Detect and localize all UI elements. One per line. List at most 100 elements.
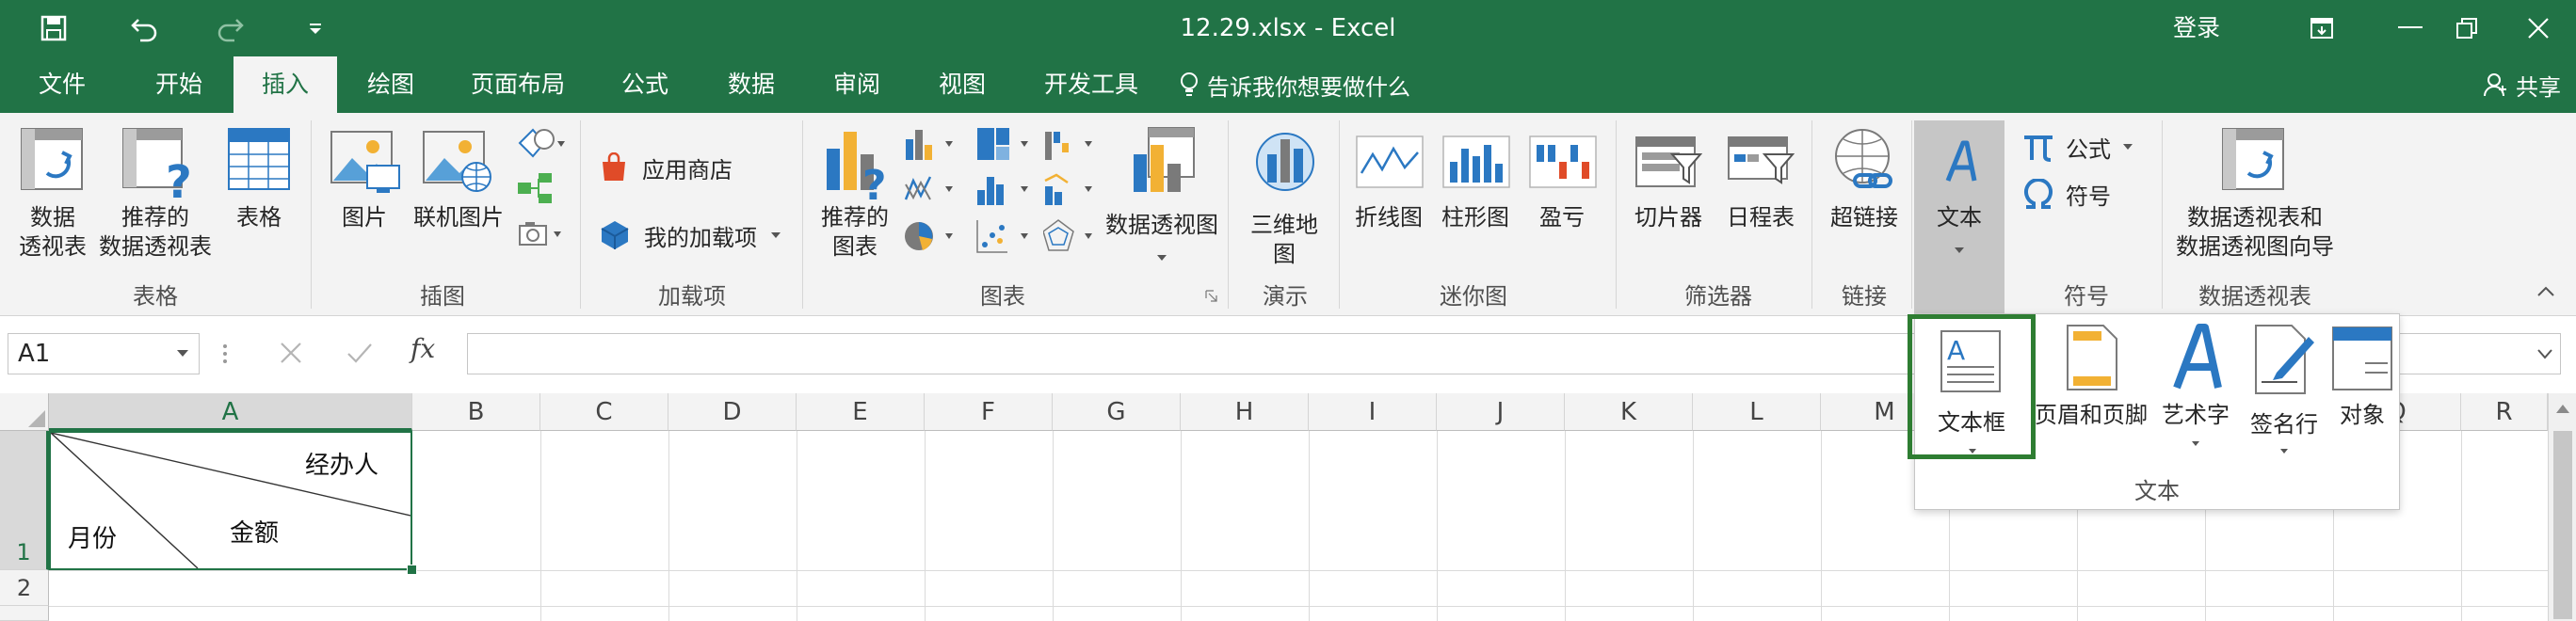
group-separator <box>1228 120 1229 309</box>
tell-me-text: 告诉我你想要做什么 <box>1207 73 1410 101</box>
pie-chart-button[interactable] <box>904 218 960 254</box>
pivot-wizard-button[interactable]: 数据透视表和 数据透视图向导 <box>2167 120 2343 280</box>
table-button[interactable]: 表格 <box>218 120 299 280</box>
sparkline-winloss-button[interactable]: 盈亏 <box>1520 120 1604 280</box>
close-icon[interactable] <box>2501 0 2576 56</box>
confirm-entry-icon[interactable] <box>346 341 373 365</box>
online-picture-button[interactable]: 联机图片 <box>407 120 510 280</box>
timeline-button[interactable]: 日程表 <box>1715 120 1806 280</box>
expand-formula-bar-icon[interactable] <box>2536 348 2553 359</box>
shapes-button[interactable] <box>516 124 567 162</box>
symbol-button[interactable]: 符号 <box>2022 175 2135 213</box>
tab-draw[interactable]: 绘图 <box>353 56 428 113</box>
tab-review[interactable]: 审阅 <box>819 56 894 113</box>
cancel-entry-icon[interactable] <box>279 341 303 365</box>
sparkline-column-button[interactable]: 柱形图 <box>1433 120 1518 280</box>
hyperlink-button[interactable]: 超链接 <box>1819 120 1909 280</box>
name-box[interactable]: A1 <box>8 333 200 374</box>
grid-line <box>1437 431 1438 621</box>
wordart-button[interactable]: 艺术字 <box>2152 320 2239 459</box>
column-header-j[interactable]: J <box>1437 393 1565 431</box>
column-chart-button[interactable] <box>904 126 960 162</box>
restore-icon[interactable] <box>2429 0 2504 56</box>
grid-line <box>1565 431 1566 621</box>
vertical-scrollbar[interactable] <box>2548 393 2576 621</box>
name-box-value: A1 <box>18 340 51 368</box>
fill-handle[interactable] <box>407 565 417 575</box>
column-header-e[interactable]: E <box>797 393 925 431</box>
pivot-table-icon <box>21 128 83 190</box>
share-button[interactable]: 共享 <box>2484 56 2561 113</box>
row-header-1[interactable]: 1 <box>0 431 49 570</box>
column-header-c[interactable]: C <box>540 393 668 431</box>
scroll-up-icon[interactable] <box>2555 403 2570 414</box>
column-header-k[interactable]: K <box>1565 393 1693 431</box>
textbox-button[interactable]: A 文本框 <box>1915 320 2028 459</box>
store-button[interactable]: 应用商店 <box>599 147 806 188</box>
login-link[interactable]: 登录 <box>2173 0 2220 56</box>
recommended-charts-button[interactable]: ? 推荐的 图表 <box>812 120 898 280</box>
hierarchy-chart-button[interactable] <box>975 126 1036 162</box>
pivot-chart-button[interactable]: 数据透视图 <box>1103 120 1220 280</box>
cell-a1[interactable]: 经办人 金额 月份 <box>49 431 412 570</box>
pivot-table-button[interactable]: 数据 透视表 <box>8 120 98 280</box>
header-footer-icon <box>2067 325 2117 390</box>
smartart-button[interactable] <box>516 171 567 209</box>
recommended-charts-icon: ? <box>827 132 887 201</box>
column-header-g[interactable]: G <box>1053 393 1181 431</box>
sparkline-line-button[interactable]: 折线图 <box>1346 120 1431 280</box>
column-header-l[interactable]: L <box>1693 393 1821 431</box>
column-header-a[interactable]: A <box>49 393 412 431</box>
redo-icon[interactable] <box>198 0 264 56</box>
undo-icon[interactable] <box>111 0 177 56</box>
picture-button[interactable]: 图片 <box>324 120 405 280</box>
screenshot-button[interactable] <box>516 215 567 252</box>
radar-chart-button[interactable] <box>1042 218 1100 254</box>
row-header-2[interactable]: 2 <box>0 570 49 606</box>
combo-chart-button[interactable] <box>1043 171 1100 207</box>
signature-line-button[interactable]: 签名行 <box>2241 320 2327 459</box>
scroll-thumb[interactable] <box>2553 431 2572 619</box>
header-footer-button[interactable]: 页眉和页脚 <box>2032 320 2150 459</box>
column-header-i[interactable]: I <box>1309 393 1437 431</box>
tab-home[interactable]: 开始 <box>141 56 217 113</box>
pivot-wizard-label-1: 数据透视表和 <box>2187 204 2323 231</box>
svg-text:?: ? <box>166 156 192 201</box>
3d-map-button[interactable]: 三维地 图 <box>1235 120 1333 280</box>
chevron-down-icon <box>2280 449 2288 454</box>
tab-file[interactable]: 文件 <box>21 56 104 113</box>
insert-function-button[interactable]: fx <box>411 333 435 364</box>
chevron-down-icon <box>2123 144 2133 150</box>
tab-page-layout[interactable]: 页面布局 <box>461 56 574 113</box>
ribbon-display-options-icon[interactable] <box>2284 0 2359 56</box>
customize-qat-icon[interactable] <box>282 0 348 56</box>
tab-developer[interactable]: 开发工具 <box>1032 56 1151 113</box>
column-header-d[interactable]: D <box>668 393 797 431</box>
dialog-launcher-icon[interactable] <box>1205 290 1218 303</box>
text-button[interactable]: 文本 <box>1914 120 2004 313</box>
recommended-pivot-table-button[interactable]: ? 推荐的 数据透视表 <box>94 120 217 280</box>
tab-formulas[interactable]: 公式 <box>607 56 683 113</box>
equation-button[interactable]: 公式 <box>2022 128 2135 166</box>
ribbon: 数据 透视表 ? 推荐的 数据透视表 表格 表格 图片 联机图片 插图 应用商店 <box>0 113 2576 316</box>
statistic-chart-button[interactable] <box>975 171 1036 207</box>
column-header-r[interactable]: R <box>2461 393 2548 431</box>
save-icon[interactable] <box>21 0 87 56</box>
tab-view[interactable]: 视图 <box>925 56 1000 113</box>
scatter-chart-button[interactable] <box>975 218 1036 254</box>
select-all-corner[interactable] <box>0 393 49 431</box>
object-button[interactable]: 对象 <box>2329 320 2395 459</box>
line-chart-button[interactable] <box>904 171 960 207</box>
column-header-h[interactable]: H <box>1181 393 1309 431</box>
collapse-ribbon-icon[interactable] <box>2536 284 2555 297</box>
tab-data[interactable]: 数据 <box>714 56 789 113</box>
pivot-chart-label: 数据透视图 <box>1105 212 1218 238</box>
column-header-f[interactable]: F <box>925 393 1053 431</box>
row-header-3[interactable] <box>0 606 49 621</box>
slicer-button[interactable]: 切片器 <box>1623 120 1714 280</box>
column-header-b[interactable]: B <box>412 393 540 431</box>
waterfall-chart-button[interactable] <box>1043 126 1100 162</box>
my-addins-button[interactable]: 我的加载项 <box>599 215 797 256</box>
tab-insert[interactable]: 插入 <box>233 56 337 113</box>
tell-me-box[interactable]: 告诉我你想要做什么 <box>1179 56 1410 113</box>
